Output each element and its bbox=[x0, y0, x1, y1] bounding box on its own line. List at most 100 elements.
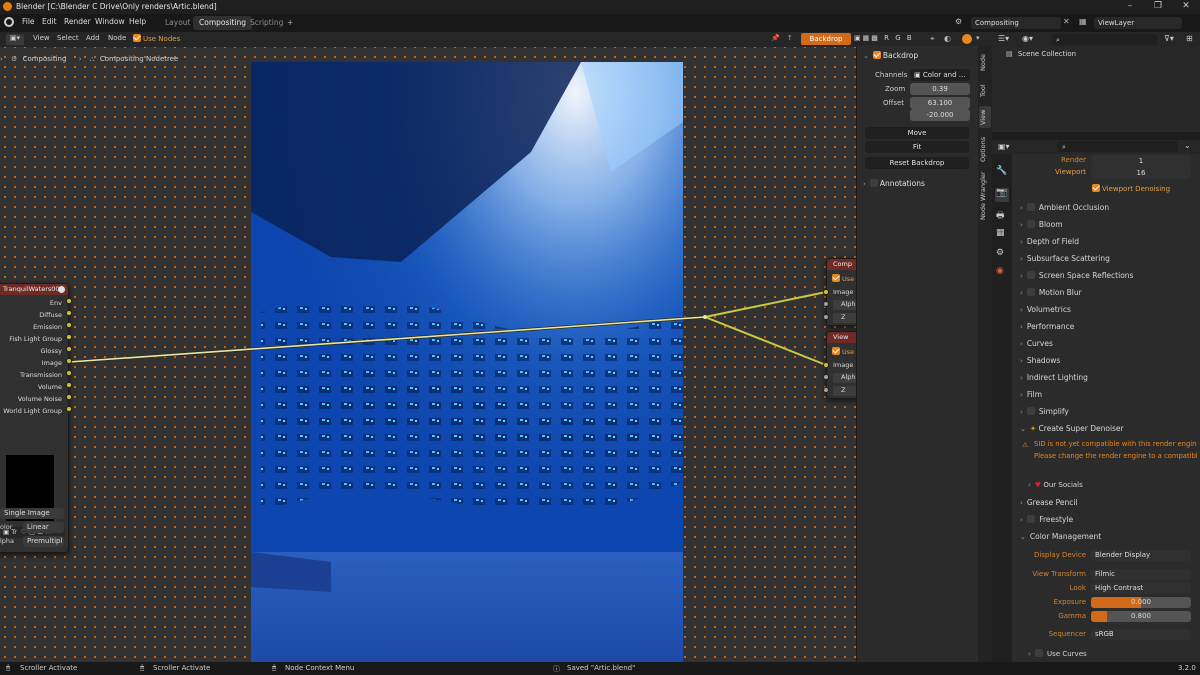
exposure-slider[interactable]: 0.000 bbox=[1091, 597, 1191, 608]
add-workspace-button[interactable]: + bbox=[281, 16, 299, 30]
socket-glossy[interactable] bbox=[66, 346, 72, 352]
close-icon[interactable]: ✕ bbox=[1172, 0, 1200, 14]
freestyle-checkbox[interactable] bbox=[1026, 515, 1035, 523]
composite-use-checkbox[interactable] bbox=[832, 274, 840, 282]
section-simplify[interactable]: › Simplify bbox=[1020, 407, 1069, 416]
offset-x-field[interactable]: 63.100 bbox=[910, 97, 970, 109]
section-indirect-lighting[interactable]: › Indirect Lighting bbox=[1020, 373, 1088, 382]
menu-file[interactable]: File bbox=[22, 17, 35, 26]
blender-menu-icon[interactable] bbox=[4, 17, 14, 27]
alpha-mode-select[interactable]: Premultipl bbox=[23, 536, 64, 547]
channels-select[interactable]: ▣ Color and ... bbox=[910, 69, 970, 81]
section-subsurface-scattering[interactable]: › Subsurface Scattering bbox=[1020, 254, 1110, 263]
view-layer-tab-icon[interactable]: ▦ bbox=[996, 228, 1005, 238]
socket-image[interactable] bbox=[66, 358, 72, 364]
create-super-denoiser-section[interactable]: ⌄ ✦ Create Super Denoiser bbox=[1020, 424, 1124, 433]
move-button[interactable]: Move bbox=[865, 127, 969, 139]
viewer-socket-image[interactable] bbox=[823, 362, 829, 368]
viewport-denoising-checkbox[interactable] bbox=[1092, 184, 1100, 192]
gamma-slider[interactable]: 0.800 bbox=[1091, 611, 1191, 622]
section-shadows[interactable]: › Shadows bbox=[1020, 356, 1060, 365]
color-management-section[interactable]: ⌄ Color Management bbox=[1020, 532, 1101, 541]
socket-volume[interactable] bbox=[66, 382, 72, 388]
annotations-section[interactable]: › Annotations bbox=[863, 179, 925, 188]
grease-pencil-section[interactable]: › Grease Pencil bbox=[1020, 498, 1078, 507]
composite-node-header[interactable]: Comp bbox=[827, 259, 856, 270]
use-curves-checkbox[interactable] bbox=[1034, 649, 1043, 657]
viewer-input-alpha[interactable]: Alpha bbox=[833, 373, 856, 383]
our-socials-section[interactable]: › ♥ Our Socials bbox=[1028, 481, 1083, 489]
scene-collection-row[interactable]: ▤ Scene Collection bbox=[1006, 50, 1076, 58]
section-performance[interactable]: › Performance bbox=[1020, 322, 1074, 331]
socket-volume-noise[interactable] bbox=[66, 394, 72, 400]
section-checkbox[interactable] bbox=[1026, 288, 1035, 296]
socket-emission[interactable] bbox=[66, 322, 72, 328]
look-select[interactable]: High Contrast bbox=[1091, 583, 1191, 594]
viewport-denoising-toggle[interactable]: Viewport Denoising bbox=[1092, 184, 1170, 193]
render-samples-field[interactable]: 1 bbox=[1091, 155, 1191, 167]
section-checkbox[interactable] bbox=[1026, 203, 1035, 211]
composite-input-alpha[interactable]: Alph bbox=[833, 300, 856, 310]
section-ambient-occlusion[interactable]: › Ambient Occlusion bbox=[1020, 203, 1109, 212]
menu-edit[interactable]: Edit bbox=[42, 17, 57, 26]
properties-search-input[interactable]: ⌕ bbox=[1058, 141, 1178, 152]
color-alpha-icon[interactable]: ▣ bbox=[854, 34, 863, 42]
freestyle-section[interactable]: › Freestyle bbox=[1020, 515, 1073, 524]
reset-backdrop-button[interactable]: Reset Backdrop bbox=[865, 157, 969, 169]
viewport-samples-field[interactable]: 16 bbox=[1091, 167, 1191, 179]
socket-env[interactable] bbox=[66, 298, 72, 304]
output-tab-icon[interactable]: 🖶 bbox=[996, 208, 1005, 224]
view-transform-select[interactable]: Filmic bbox=[1091, 569, 1191, 580]
menu-render[interactable]: Render bbox=[64, 17, 91, 26]
render-tab-icon[interactable]: 📷 bbox=[995, 188, 1009, 202]
section-volumetrics[interactable]: › Volumetrics bbox=[1020, 305, 1071, 314]
color-space-select[interactable]: Linear bbox=[23, 522, 64, 533]
viewer-node-header[interactable]: View bbox=[827, 332, 856, 343]
tab-tool[interactable]: Tool bbox=[979, 80, 991, 102]
composite-node[interactable]: Comp Use Image Alph Z bbox=[826, 258, 856, 326]
view-layer-icon[interactable]: ▦ bbox=[1079, 17, 1087, 26]
section-film[interactable]: › Film bbox=[1020, 390, 1042, 399]
viewer-socket-z[interactable] bbox=[823, 387, 829, 393]
socket-transmission[interactable] bbox=[66, 370, 72, 376]
snap-icon[interactable]: ⌖ bbox=[930, 34, 935, 44]
tab-node-wrangler[interactable]: Node Wrangler bbox=[979, 171, 991, 221]
scene-selector[interactable]: Compositing bbox=[971, 17, 1061, 29]
section-bloom[interactable]: › Bloom bbox=[1020, 220, 1063, 229]
offset-y-field[interactable]: -20.000 bbox=[910, 109, 970, 121]
gizmo-dropdown-icon[interactable]: ▾ bbox=[976, 34, 980, 42]
node-preview-icon[interactable] bbox=[58, 286, 65, 293]
composite-socket-z[interactable] bbox=[823, 314, 829, 320]
fit-button[interactable]: Fit bbox=[865, 141, 969, 153]
menu-window[interactable]: Window bbox=[95, 17, 125, 26]
annotations-checkbox[interactable] bbox=[869, 179, 878, 187]
filter-icon[interactable]: ⊽▾ bbox=[1164, 34, 1174, 43]
gizmo-toggle-icon[interactable] bbox=[962, 34, 972, 44]
image-source-select[interactable]: Single Image bbox=[0, 508, 64, 519]
tab-node[interactable]: Node bbox=[979, 50, 991, 76]
world-tab-icon[interactable]: ◉ bbox=[996, 266, 1004, 276]
tool-tab-icon[interactable]: 🔧 bbox=[996, 166, 1007, 176]
use-curves-section[interactable]: › Use Curves bbox=[1028, 649, 1087, 658]
zoom-field[interactable]: 0.39 bbox=[910, 83, 970, 95]
sequencer-select[interactable]: sRGB bbox=[1091, 629, 1191, 640]
section-curves[interactable]: › Curves bbox=[1020, 339, 1053, 348]
outliner[interactable]: ☰▾ ◉▾ ⌕ ⊽▾ ⊞ ▤ Scene Collection bbox=[992, 32, 1200, 132]
viewer-node[interactable]: View Use Image Alpha Z bbox=[826, 331, 856, 399]
viewer-use-alpha[interactable]: Use bbox=[832, 347, 854, 356]
section-checkbox[interactable] bbox=[1026, 271, 1035, 279]
outliner-editor-type-icon[interactable]: ☰▾ bbox=[998, 34, 1009, 43]
tab-layout[interactable]: Layout bbox=[159, 16, 197, 30]
new-collection-icon[interactable]: ⊞ bbox=[1186, 34, 1193, 43]
properties-editor-type-icon[interactable]: ▣▾ bbox=[998, 142, 1010, 151]
scene-icon[interactable]: ⚙ bbox=[955, 17, 962, 26]
properties-editor[interactable]: ▣▾ ⌕ ⌄ 🔧 📷 🖶 ▦ ⚙ ◉ Render 1 Viewport 16 … bbox=[992, 140, 1200, 662]
alpha-icon[interactable]: ▩ bbox=[871, 34, 880, 42]
composite-input-z[interactable]: Z bbox=[833, 313, 856, 323]
section-motion-blur[interactable]: › Motion Blur bbox=[1020, 288, 1082, 297]
composite-socket-image[interactable] bbox=[823, 289, 829, 295]
channel-b-button[interactable]: B bbox=[907, 34, 914, 42]
section-screen-space-reflections[interactable]: › Screen Space Reflections bbox=[1020, 271, 1133, 280]
viewer-use-checkbox[interactable] bbox=[832, 347, 840, 355]
view-layer-selector[interactable]: ViewLayer bbox=[1094, 17, 1182, 29]
